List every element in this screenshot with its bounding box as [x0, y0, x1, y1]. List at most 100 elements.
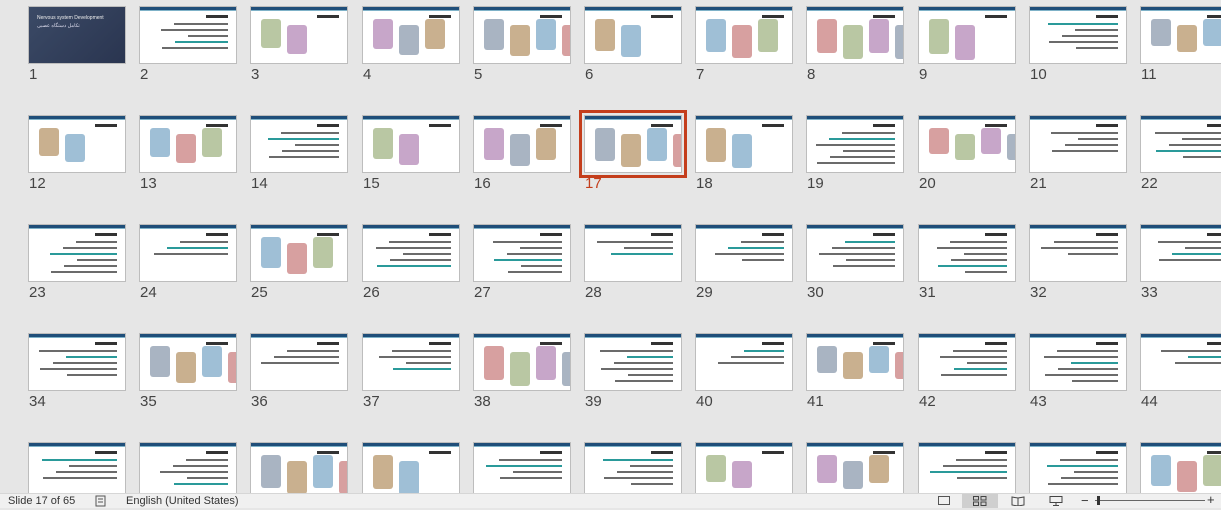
slide-thumbnail[interactable]: 11 — [1140, 6, 1221, 96]
normal-view-icon[interactable] — [926, 494, 962, 508]
slide-preview[interactable] — [362, 442, 460, 493]
slide-preview[interactable] — [139, 6, 237, 64]
slide-preview[interactable] — [918, 224, 1016, 282]
slide-preview[interactable] — [579, 110, 687, 178]
slide-thumbnail[interactable]: 43 — [1029, 333, 1129, 423]
slide-thumbnail[interactable]: 10 — [1029, 6, 1129, 96]
slide-thumbnail[interactable]: 28 — [584, 224, 684, 314]
language-indicator[interactable]: English (United States) — [126, 495, 239, 507]
slide-thumbnail[interactable]: 27 — [473, 224, 573, 314]
slide-thumbnail[interactable]: 45 — [28, 442, 128, 493]
slide-thumbnail[interactable]: 26 — [362, 224, 462, 314]
slide-preview[interactable] — [1140, 115, 1221, 173]
slide-preview[interactable] — [250, 442, 348, 493]
slide-thumbnail[interactable]: 7 — [695, 6, 795, 96]
notes-icon[interactable] — [95, 495, 111, 507]
slide-thumbnail[interactable]: 34 — [28, 333, 128, 423]
slide-preview[interactable] — [806, 333, 904, 391]
slide-thumbnail[interactable]: 24 — [139, 224, 239, 314]
zoom-slider[interactable] — [1095, 500, 1205, 501]
slide-thumbnail[interactable]: 20 — [918, 115, 1018, 205]
slide-preview[interactable] — [806, 115, 904, 173]
slide-preview[interactable] — [918, 333, 1016, 391]
slide-preview[interactable] — [1029, 224, 1127, 282]
slide-preview[interactable] — [695, 333, 793, 391]
slide-thumbnail[interactable]: 52 — [806, 442, 906, 493]
slide-thumbnail[interactable]: 47 — [250, 442, 350, 493]
slide-preview[interactable] — [250, 333, 348, 391]
slide-thumbnail[interactable]: 31 — [918, 224, 1018, 314]
slide-preview[interactable] — [918, 115, 1016, 173]
slide-preview[interactable] — [473, 115, 571, 173]
slide-thumbnail[interactable]: 54 — [1029, 442, 1129, 493]
slide-sorter-view-icon[interactable] — [962, 494, 998, 508]
slide-preview[interactable] — [362, 115, 460, 173]
zoom-slider-thumb[interactable] — [1097, 496, 1100, 505]
slide-preview[interactable] — [362, 224, 460, 282]
slide-thumbnail[interactable]: 4 — [362, 6, 462, 96]
slide-preview[interactable] — [584, 442, 682, 493]
slide-preview[interactable] — [1029, 442, 1127, 493]
slide-thumbnail[interactable]: 9 — [918, 6, 1018, 96]
slide-thumbnail[interactable]: 18 — [695, 115, 795, 205]
slide-preview[interactable] — [695, 6, 793, 64]
slide-preview[interactable] — [1029, 333, 1127, 391]
slide-preview[interactable] — [250, 224, 348, 282]
slide-thumbnail[interactable]: 25 — [250, 224, 350, 314]
slide-preview[interactable] — [584, 333, 682, 391]
slide-thumbnail[interactable]: 50 — [584, 442, 684, 493]
slideshow-icon[interactable] — [1038, 494, 1074, 508]
slide-preview[interactable] — [139, 224, 237, 282]
slide-preview[interactable] — [1140, 442, 1221, 493]
zoom-out-button[interactable]: − — [1081, 493, 1089, 508]
slide-thumbnail[interactable]: 17 — [579, 110, 687, 205]
slide-thumbnail[interactable]: 15 — [362, 115, 462, 205]
slide-preview[interactable] — [695, 115, 793, 173]
slide-thumbnail[interactable]: 21 — [1029, 115, 1129, 205]
slide-thumbnail[interactable]: 37 — [362, 333, 462, 423]
slide-thumbnail[interactable]: 40 — [695, 333, 795, 423]
slide-preview[interactable] — [473, 224, 571, 282]
slide-preview[interactable] — [139, 333, 237, 391]
slide-preview[interactable] — [806, 6, 904, 64]
slide-thumbnail[interactable]: 41 — [806, 333, 906, 423]
slide-preview[interactable] — [139, 115, 237, 173]
slide-thumbnail[interactable]: 12 — [28, 115, 128, 205]
slide-preview[interactable] — [28, 442, 126, 493]
slide-preview[interactable] — [139, 442, 237, 493]
slide-preview[interactable] — [1140, 6, 1221, 64]
slide-preview[interactable] — [250, 6, 348, 64]
slide-thumbnail[interactable]: 2 — [139, 6, 239, 96]
slide-thumbnail[interactable]: 22 — [1140, 115, 1221, 205]
slide-thumbnail[interactable]: 33 — [1140, 224, 1221, 314]
reading-view-icon[interactable] — [1000, 494, 1036, 508]
slide-thumbnail[interactable]: Nervous system Development تکامل دستگاه ع… — [28, 6, 128, 96]
slide-preview[interactable] — [695, 442, 793, 493]
slide-thumbnail[interactable]: 48 — [362, 442, 462, 493]
slide-preview[interactable] — [28, 333, 126, 391]
slide-preview[interactable] — [28, 115, 126, 173]
slide-preview[interactable] — [362, 6, 460, 64]
slide-preview[interactable]: Nervous system Development تکامل دستگاه ع… — [28, 6, 126, 64]
slide-thumbnail[interactable]: 30 — [806, 224, 906, 314]
slide-preview[interactable] — [1140, 333, 1221, 391]
slide-indicator[interactable]: Slide 17 of 65 — [8, 495, 75, 507]
slide-preview[interactable] — [1140, 224, 1221, 282]
slide-preview[interactable] — [473, 442, 571, 493]
slide-preview[interactable] — [584, 224, 682, 282]
slide-preview[interactable] — [806, 224, 904, 282]
slide-thumbnail[interactable]: 42 — [918, 333, 1018, 423]
slide-thumbnail[interactable]: 14 — [250, 115, 350, 205]
slide-thumbnail[interactable]: 5 — [473, 6, 573, 96]
slide-preview[interactable] — [473, 333, 571, 391]
slide-thumbnail[interactable]: 36 — [250, 333, 350, 423]
slide-thumbnail[interactable]: 51 — [695, 442, 795, 493]
slide-thumbnail[interactable]: 13 — [139, 115, 239, 205]
slide-thumbnail[interactable]: 39 — [584, 333, 684, 423]
slide-preview[interactable] — [918, 6, 1016, 64]
slide-preview[interactable] — [1029, 6, 1127, 64]
zoom-in-button[interactable]: + — [1207, 492, 1215, 507]
slide-preview[interactable] — [806, 442, 904, 493]
slide-preview[interactable] — [584, 6, 682, 64]
slide-thumbnail[interactable]: 49 — [473, 442, 573, 493]
